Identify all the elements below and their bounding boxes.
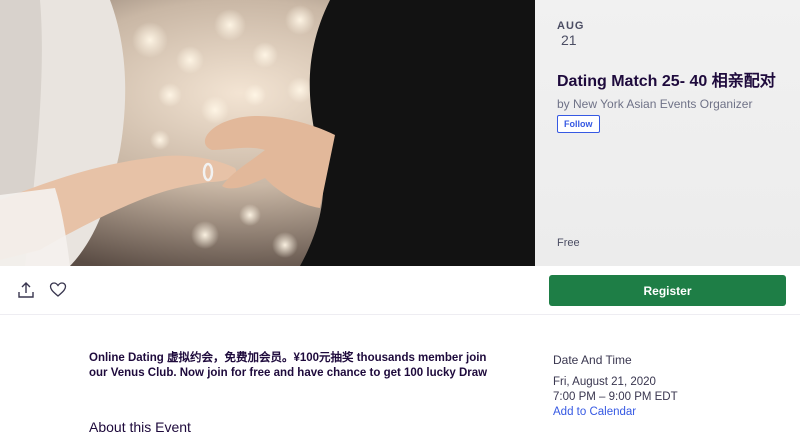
event-month: AUG (557, 20, 585, 32)
add-to-calendar-link[interactable]: Add to Calendar (553, 406, 636, 418)
event-image (0, 0, 535, 266)
event-date: Fri, August 21, 2020 (553, 376, 656, 388)
share-icon[interactable] (16, 280, 36, 300)
event-time: 7:00 PM – 9:00 PM EDT (553, 391, 678, 403)
follow-button[interactable]: Follow (557, 115, 600, 133)
event-summary-panel: AUG 21 Dating Match 25- 40 相亲配对 by New Y… (535, 0, 800, 266)
event-price: Free (557, 237, 580, 249)
event-title: Dating Match 25- 40 相亲配对 (557, 73, 776, 90)
event-description: Online Dating 虚拟约会，免费加会员。¥100元抽奖 thousan… (89, 352, 488, 379)
action-bar: Register (0, 266, 800, 315)
register-button[interactable]: Register (549, 275, 786, 306)
date-time-heading: Date And Time (553, 353, 632, 367)
about-event-heading: About this Event (89, 419, 191, 435)
heart-icon[interactable] (48, 280, 68, 300)
event-day: 21 (561, 32, 577, 48)
event-hero: AUG 21 Dating Match 25- 40 相亲配对 by New Y… (0, 0, 800, 266)
organizer-name: by New York Asian Events Organizer (557, 97, 753, 111)
